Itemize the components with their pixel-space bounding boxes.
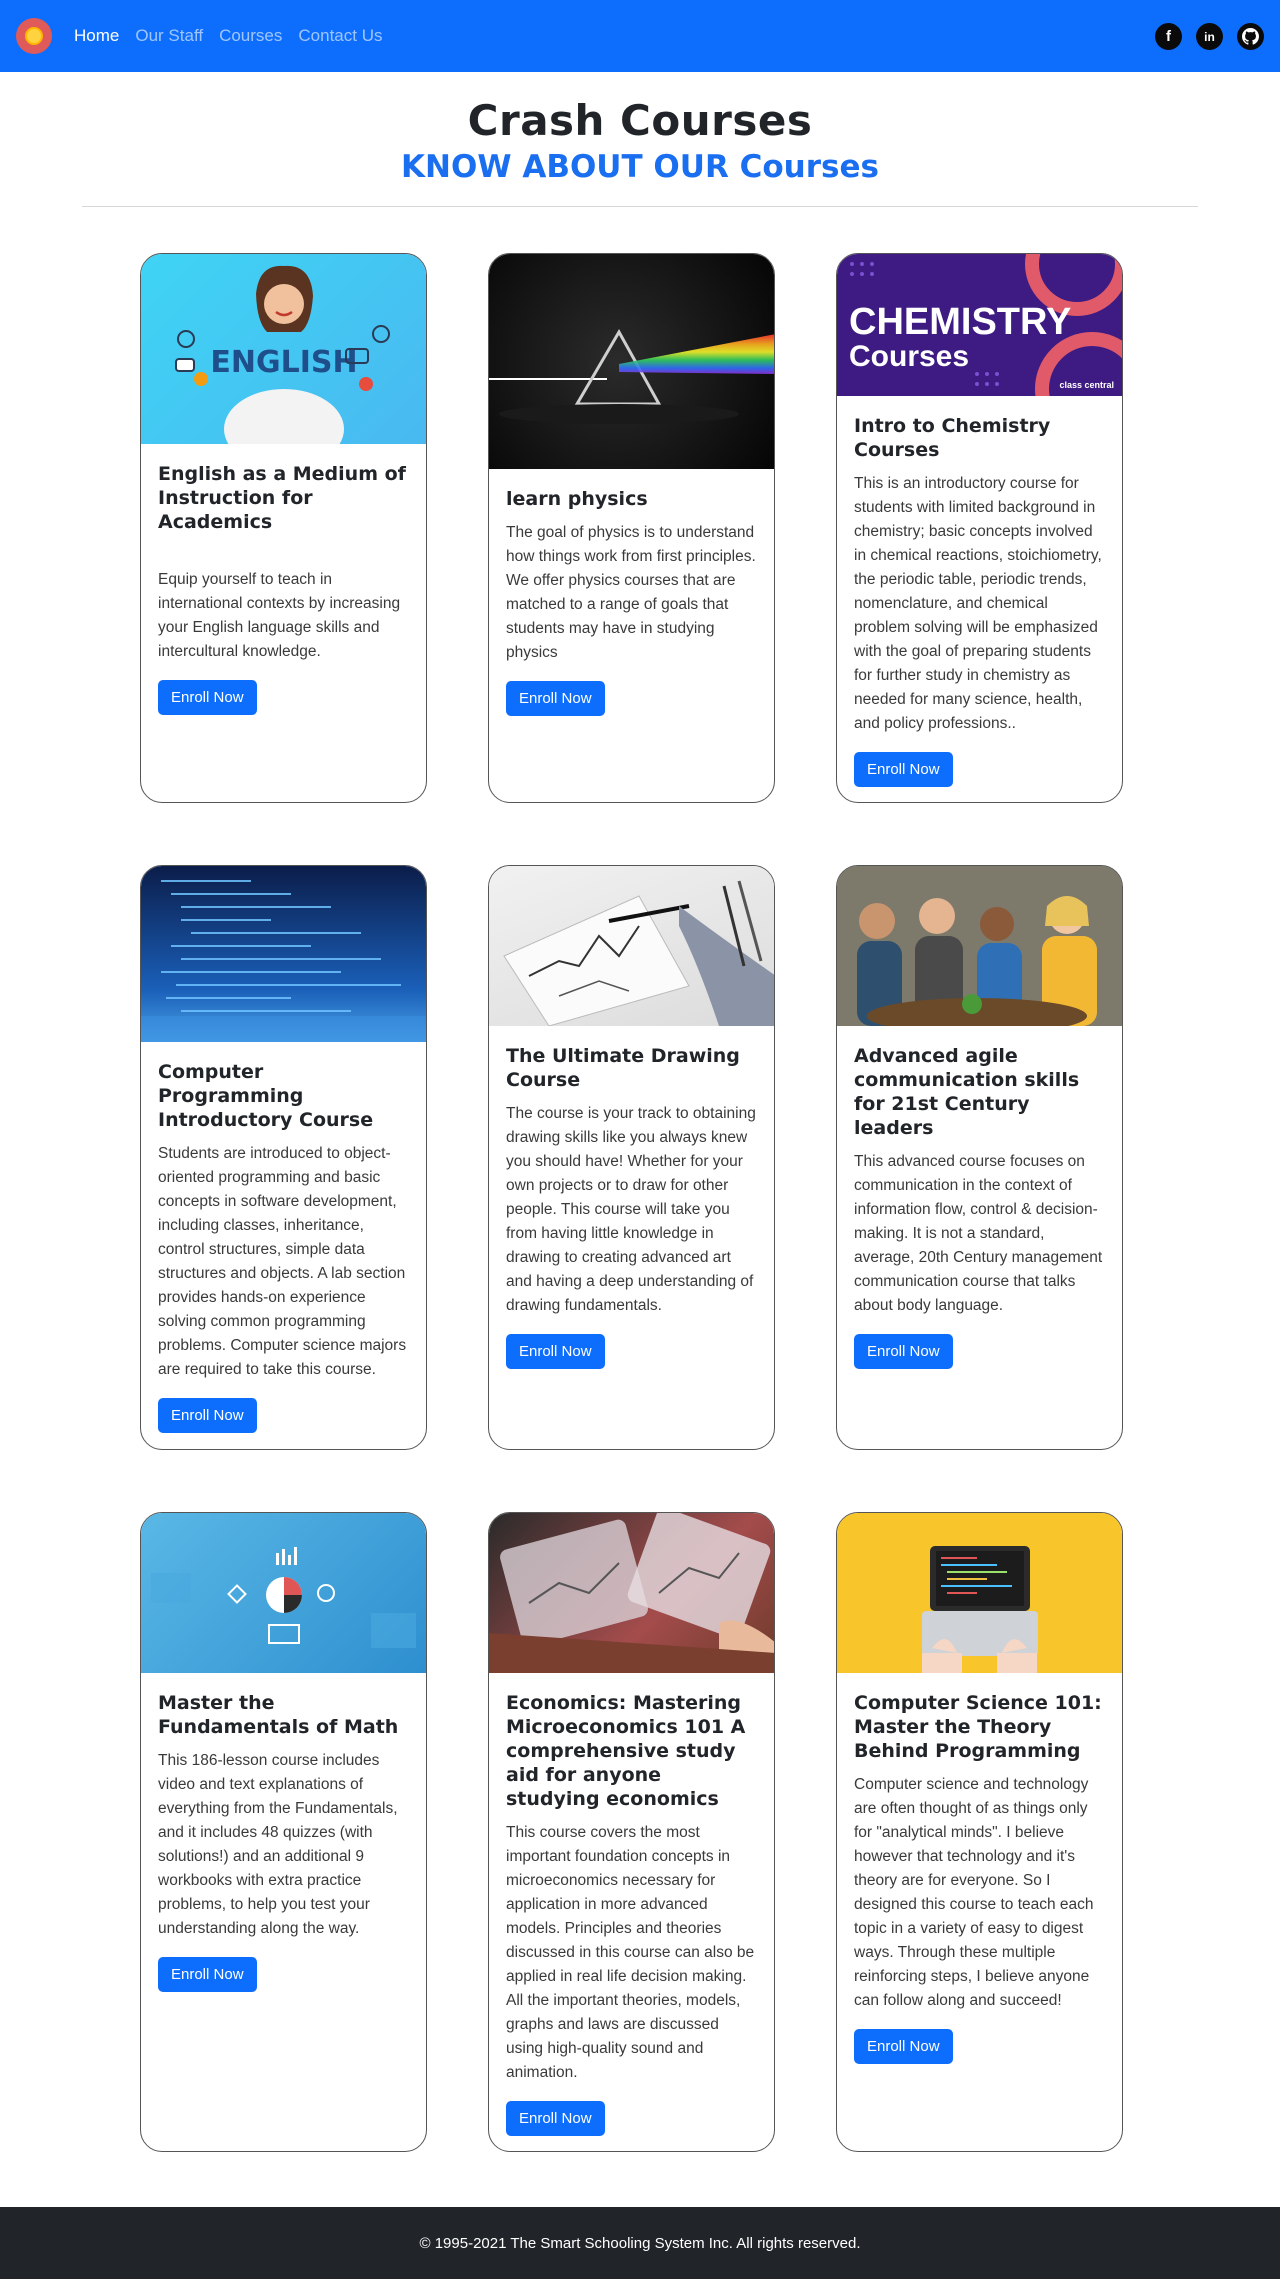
nav-link-home[interactable]: Home (74, 26, 119, 46)
enroll-now-button[interactable]: Enroll Now (854, 752, 953, 787)
english-image-label: ENGLISH (210, 345, 357, 380)
course-description: Computer science and technology are ofte… (854, 1776, 1094, 2009)
course-card-drawing: The Ultimate Drawing Course The course i… (488, 865, 775, 1450)
course-title: The Ultimate Drawing Course (506, 1045, 740, 1091)
course-description: This advanced course focuses on communic… (854, 1153, 1103, 1314)
course-description: Equip yourself to teach in international… (158, 571, 401, 660)
course-image-economics (489, 1513, 774, 1673)
course-card-communication: Advanced agile communication skills for … (836, 865, 1123, 1450)
course-image-english: ENGLISH (141, 254, 426, 444)
course-card-body: Advanced agile communication skills for … (837, 1026, 1122, 1369)
page-header: Crash Courses KNOW ABOUT OUR Courses (0, 72, 1280, 207)
enroll-now-button[interactable]: Enroll Now (158, 680, 257, 715)
course-title: Economics: Mastering Microeconomics 101 … (506, 1692, 746, 1810)
course-description: Students are introduced to object-orient… (158, 1145, 407, 1378)
course-card-body: Master the Fundamentals of Math This 186… (141, 1673, 426, 1992)
course-title: English as a Medium of Instruction for A… (158, 463, 406, 533)
footer: © 1995-2021 The Smart Schooling System I… (0, 2207, 1280, 2279)
course-title: Master the Fundamentals of Math (158, 1692, 399, 1738)
header-divider (82, 206, 1198, 207)
course-image-drawing (489, 866, 774, 1026)
course-description: The course is your track to obtaining dr… (506, 1105, 756, 1314)
enroll-now-button[interactable]: Enroll Now (158, 1398, 257, 1433)
navbar: Home Our Staff Courses Contact Us f in (0, 0, 1280, 72)
course-image-computer-science (837, 1513, 1122, 1673)
course-card-english: ENGLISH English as a Medium of Instructi… (140, 253, 427, 803)
course-image-chemistry: CHEMISTRY Courses class central (837, 254, 1122, 396)
facebook-icon[interactable]: f (1155, 23, 1182, 50)
course-title: learn physics (506, 488, 648, 510)
course-card-body: Intro to Chemistry Courses This is an in… (837, 396, 1122, 787)
course-card-physics: learn physics The goal of physics is to … (488, 253, 775, 803)
course-card-body: Computer Science 101: Master the Theory … (837, 1673, 1122, 2064)
page-subtitle: KNOW ABOUT OUR Courses (401, 149, 879, 185)
course-card-body: Economics: Mastering Microeconomics 101 … (489, 1673, 774, 2136)
brand-logo[interactable] (16, 18, 52, 54)
course-title: Computer Programming Introductory Course (158, 1061, 374, 1131)
chemistry-image-label-2: Courses (849, 340, 969, 373)
lightbulb-icon (27, 29, 41, 43)
course-card-body: The Ultimate Drawing Course The course i… (489, 1026, 774, 1369)
course-image-programming (141, 866, 426, 1042)
copyright-text: © 1995-2021 The Smart Schooling System I… (419, 2234, 861, 2252)
linkedin-icon[interactable]: in (1196, 23, 1223, 50)
enroll-now-button[interactable]: Enroll Now (506, 2101, 605, 2136)
course-card-math: Master the Fundamentals of Math This 186… (140, 1512, 427, 2152)
nav-link-courses[interactable]: Courses (219, 26, 282, 46)
course-title: Computer Science 101: Master the Theory … (854, 1692, 1102, 1762)
course-image-communication (837, 866, 1122, 1026)
course-description: This 186-lesson course includes video an… (158, 1752, 398, 1937)
enroll-now-button[interactable]: Enroll Now (854, 2029, 953, 2064)
course-card-economics: Economics: Mastering Microeconomics 101 … (488, 1512, 775, 2152)
class-central-badge: class central (1059, 380, 1114, 390)
course-description: This is an introductory course for stude… (854, 475, 1102, 732)
chemistry-image-label: CHEMISTRY (849, 301, 1071, 343)
page-title: Crash Courses (467, 96, 813, 145)
course-title: Intro to Chemistry Courses (854, 415, 1051, 461)
course-card-body: English as a Medium of Instruction for A… (141, 444, 426, 715)
nav-link-contact-us[interactable]: Contact Us (298, 26, 382, 46)
course-image-physics (489, 254, 774, 469)
enroll-now-button[interactable]: Enroll Now (854, 1334, 953, 1369)
course-card-computer-science: Computer Science 101: Master the Theory … (836, 1512, 1123, 2152)
courses-grid: ENGLISH English as a Medium of Instructi… (140, 253, 1140, 2207)
course-image-math (141, 1513, 426, 1673)
course-card-body: learn physics The goal of physics is to … (489, 469, 774, 716)
course-description: This course covers the most important fo… (506, 1824, 755, 2081)
course-card-programming: Computer Programming Introductory Course… (140, 865, 427, 1450)
enroll-now-button[interactable]: Enroll Now (506, 1334, 605, 1369)
nav-links: Home Our Staff Courses Contact Us (74, 26, 382, 46)
enroll-now-button[interactable]: Enroll Now (158, 1957, 257, 1992)
course-title: Advanced agile communication skills for … (854, 1045, 1080, 1139)
social-links: f in (1155, 23, 1264, 50)
course-description: The goal of physics is to understand how… (506, 524, 756, 661)
github-icon[interactable] (1237, 23, 1264, 50)
enroll-now-button[interactable]: Enroll Now (506, 681, 605, 716)
course-card-body: Computer Programming Introductory Course… (141, 1042, 426, 1433)
course-card-chemistry: CHEMISTRY Courses class central Intro to… (836, 253, 1123, 803)
nav-link-our-staff[interactable]: Our Staff (135, 26, 203, 46)
